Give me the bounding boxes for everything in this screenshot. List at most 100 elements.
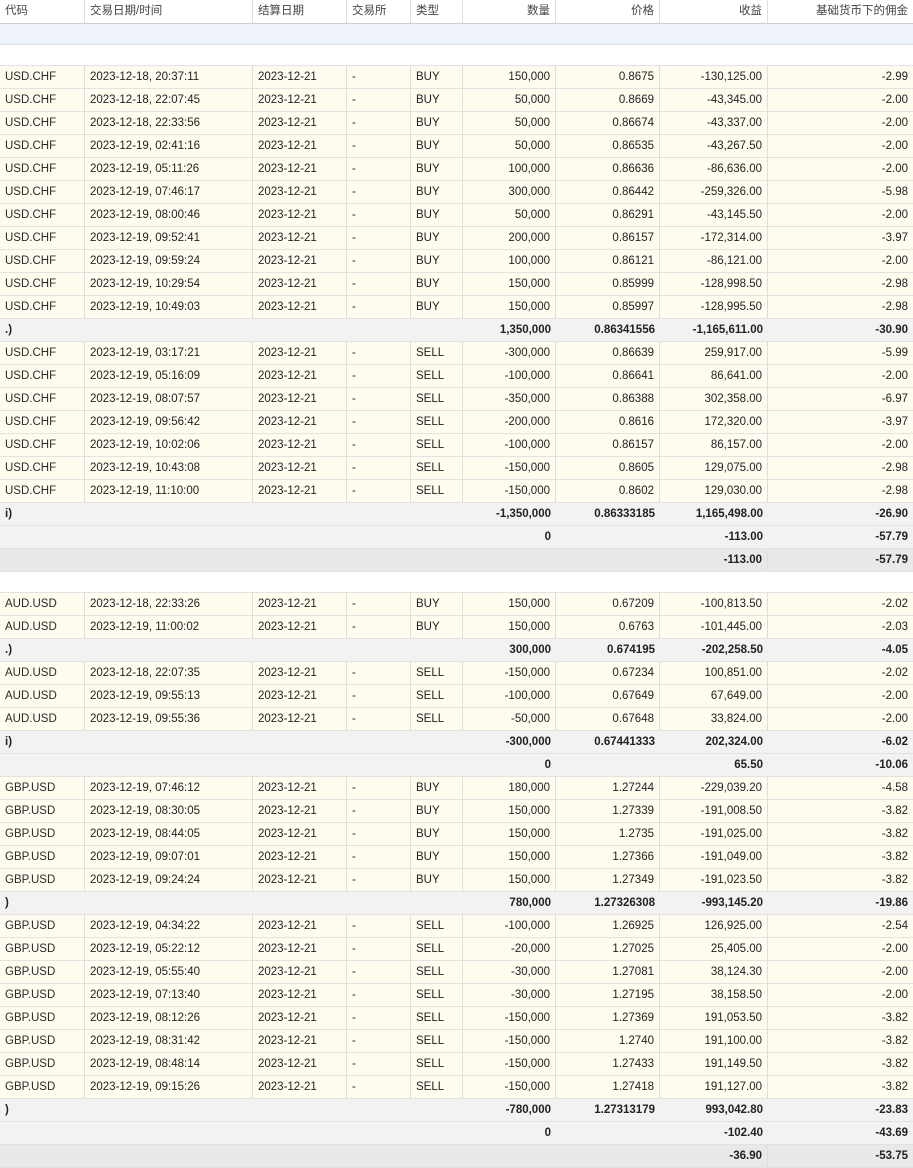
table-row[interactable]: USD.CHF 2023-12-19, 10:02:06 2023-12-21- SE… — [0, 434, 913, 457]
cell-symbol: USD.CHF — [0, 181, 85, 203]
cell-price: 1.26925 — [556, 915, 660, 937]
table-row[interactable]: USD.CHF 2023-12-18, 22:07:45 2023-12-21- BU… — [0, 89, 913, 112]
cell-quantity: 300,000 — [463, 181, 556, 203]
subtotal-commission: -6.02 — [881, 736, 908, 748]
cell-price: 0.86121 — [556, 250, 660, 272]
subtotal-quantity: 780,000 — [509, 897, 551, 909]
table-row[interactable]: USD.CHF 2023-12-18, 22:33:56 2023-12-21- BU… — [0, 112, 913, 135]
cell-commission: -3.82 — [881, 828, 908, 840]
cell-exchange: - — [347, 158, 411, 180]
cell-symbol: USD.CHF — [0, 342, 85, 364]
table-row[interactable]: GBP.USD 2023-12-19, 09:07:01 2023-12-21- BU… — [0, 846, 913, 869]
cell-proceeds: -229,039.20 — [660, 777, 768, 799]
subtotal-row: ) 780,000 1.27326308 -993,145.20 -19.86 — [0, 892, 913, 915]
subtotal-commission: -23.83 — [875, 1104, 908, 1116]
cell-price: 0.67648 — [556, 708, 660, 730]
subtotal-label: ) — [5, 897, 9, 909]
table-row[interactable]: GBP.USD 2023-12-19, 05:55:40 2023-12-21- SE… — [0, 961, 913, 984]
table-row[interactable]: GBP.USD 2023-12-19, 08:48:14 2023-12-21- SE… — [0, 1053, 913, 1076]
subtotal-price — [556, 1145, 660, 1167]
subtotal-label — [0, 549, 463, 571]
subtotal-quantity: 1,350,000 — [499, 324, 551, 336]
table-row[interactable]: USD.CHF 2023-12-19, 09:56:42 2023-12-21- SE… — [0, 411, 913, 434]
subtotal-price: 0.674195 — [607, 644, 655, 656]
table-row[interactable]: GBP.USD 2023-12-19, 08:12:26 2023-12-21- SE… — [0, 1007, 913, 1030]
table-row[interactable]: AUD.USD 2023-12-19, 11:00:02 2023-12-21- BU… — [0, 616, 913, 639]
cell-price: 0.86388 — [556, 388, 660, 410]
cell-quantity: 100,000 — [463, 158, 556, 180]
cell-settle-date: 2023-12-21 — [253, 777, 347, 799]
cell-type: BUY — [411, 135, 463, 157]
col-header-commission[interactable]: 基础货币下的佣金 — [768, 0, 913, 23]
cell-commission: -2.98 — [881, 485, 908, 497]
table-row[interactable]: GBP.USD 2023-12-19, 07:46:12 2023-12-21- BU… — [0, 777, 913, 800]
cell-exchange: - — [347, 777, 411, 799]
table-row[interactable]: USD.CHF 2023-12-19, 09:59:24 2023-12-21- BU… — [0, 250, 913, 273]
cell-price: 1.27418 — [556, 1076, 660, 1098]
cell-type: SELL — [411, 388, 463, 410]
cell-datetime: 2023-12-19, 05:22:12 — [85, 938, 253, 960]
table-row[interactable]: GBP.USD 2023-12-19, 08:44:05 2023-12-21- BU… — [0, 823, 913, 846]
cell-settle-date: 2023-12-21 — [253, 434, 347, 456]
cell-datetime: 2023-12-19, 09:55:13 — [85, 685, 253, 707]
table-row[interactable]: USD.CHF 2023-12-19, 10:29:54 2023-12-21- BU… — [0, 273, 913, 296]
cell-symbol: AUD.USD — [0, 662, 85, 684]
table-row[interactable]: GBP.USD 2023-12-19, 04:34:22 2023-12-21- SE… — [0, 915, 913, 938]
col-header-datetime[interactable]: 交易日期/时间 — [85, 0, 253, 23]
cell-quantity: -100,000 — [463, 365, 556, 387]
table-row[interactable]: AUD.USD 2023-12-19, 09:55:13 2023-12-21- SE… — [0, 685, 913, 708]
cell-proceeds: -191,023.50 — [660, 869, 768, 891]
cell-symbol: USD.CHF — [0, 365, 85, 387]
cell-quantity: 150,000 — [463, 800, 556, 822]
table-row[interactable]: USD.CHF 2023-12-19, 10:43:08 2023-12-21- SE… — [0, 457, 913, 480]
cell-datetime: 2023-12-19, 09:24:24 — [85, 869, 253, 891]
table-row[interactable]: AUD.USD 2023-12-19, 09:55:36 2023-12-21- SE… — [0, 708, 913, 731]
table-row[interactable]: USD.CHF 2023-12-19, 03:17:21 2023-12-21- SE… — [0, 342, 913, 365]
table-row[interactable]: USD.CHF 2023-12-19, 09:52:41 2023-12-21- BU… — [0, 227, 913, 250]
table-row[interactable]: USD.CHF 2023-12-19, 08:00:46 2023-12-21- BU… — [0, 204, 913, 227]
table-row[interactable]: USD.CHF 2023-12-19, 07:46:17 2023-12-21- BU… — [0, 181, 913, 204]
subtotal-quantity: 0 — [544, 531, 551, 543]
col-header-symbol[interactable]: 代码 — [0, 0, 85, 23]
cell-exchange: - — [347, 411, 411, 433]
cell-symbol: USD.CHF — [0, 411, 85, 433]
cell-proceeds: 191,053.50 — [660, 1007, 768, 1029]
cell-proceeds: -128,998.50 — [660, 273, 768, 295]
table-row[interactable]: USD.CHF 2023-12-19, 10:49:03 2023-12-21- BU… — [0, 296, 913, 319]
col-header-quantity[interactable]: 数量 — [463, 0, 556, 23]
table-row[interactable]: GBP.USD 2023-12-19, 09:15:26 2023-12-21- SE… — [0, 1076, 913, 1099]
table-row[interactable]: AUD.USD 2023-12-18, 22:33:26 2023-12-21- BU… — [0, 593, 913, 616]
cell-price: 0.8669 — [556, 89, 660, 111]
table-row[interactable]: USD.CHF 2023-12-19, 02:41:16 2023-12-21- BU… — [0, 135, 913, 158]
table-row[interactable]: GBP.USD 2023-12-19, 09:24:24 2023-12-21- BU… — [0, 869, 913, 892]
table-row[interactable]: GBP.USD 2023-12-19, 08:31:42 2023-12-21- SE… — [0, 1030, 913, 1053]
cell-settle-date: 2023-12-21 — [253, 135, 347, 157]
table-row[interactable]: AUD.USD 2023-12-18, 22:07:35 2023-12-21- SE… — [0, 662, 913, 685]
table-body: USD.CHF 2023-12-18, 20:37:11 2023-12-21- BU… — [0, 24, 913, 1168]
table-row[interactable]: USD.CHF 2023-12-19, 11:10:00 2023-12-21- SE… — [0, 480, 913, 503]
table-row[interactable]: GBP.USD 2023-12-19, 07:13:40 2023-12-21- SE… — [0, 984, 913, 1007]
cell-datetime: 2023-12-19, 08:30:05 — [85, 800, 253, 822]
col-header-proceeds[interactable]: 收益 — [660, 0, 768, 23]
cell-proceeds: -100,813.50 — [660, 593, 768, 615]
table-row[interactable]: USD.CHF 2023-12-19, 05:11:26 2023-12-21- BU… — [0, 158, 913, 181]
cell-price: 0.86674 — [556, 112, 660, 134]
cell-settle-date: 2023-12-21 — [253, 181, 347, 203]
table-row[interactable]: USD.CHF 2023-12-18, 20:37:11 2023-12-21- BU… — [0, 66, 913, 89]
col-header-type[interactable]: 类型 — [411, 0, 463, 23]
cell-price: 0.8602 — [556, 480, 660, 502]
cell-type: BUY — [411, 616, 463, 638]
table-row[interactable]: GBP.USD 2023-12-19, 08:30:05 2023-12-21- BU… — [0, 800, 913, 823]
table-row[interactable]: GBP.USD 2023-12-19, 05:22:12 2023-12-21- SE… — [0, 938, 913, 961]
cell-datetime: 2023-12-18, 22:33:26 — [85, 593, 253, 615]
cell-type: BUY — [411, 181, 463, 203]
cell-type: SELL — [411, 938, 463, 960]
cell-type: BUY — [411, 89, 463, 111]
cell-symbol: USD.CHF — [0, 296, 85, 318]
col-header-price[interactable]: 价格 — [556, 0, 660, 23]
col-header-settle-date[interactable]: 结算日期 — [253, 0, 347, 23]
table-row[interactable]: USD.CHF 2023-12-19, 08:07:57 2023-12-21- SE… — [0, 388, 913, 411]
table-row[interactable]: USD.CHF 2023-12-19, 05:16:09 2023-12-21- SE… — [0, 365, 913, 388]
cell-exchange: - — [347, 708, 411, 730]
col-header-exchange[interactable]: 交易所 — [347, 0, 411, 23]
